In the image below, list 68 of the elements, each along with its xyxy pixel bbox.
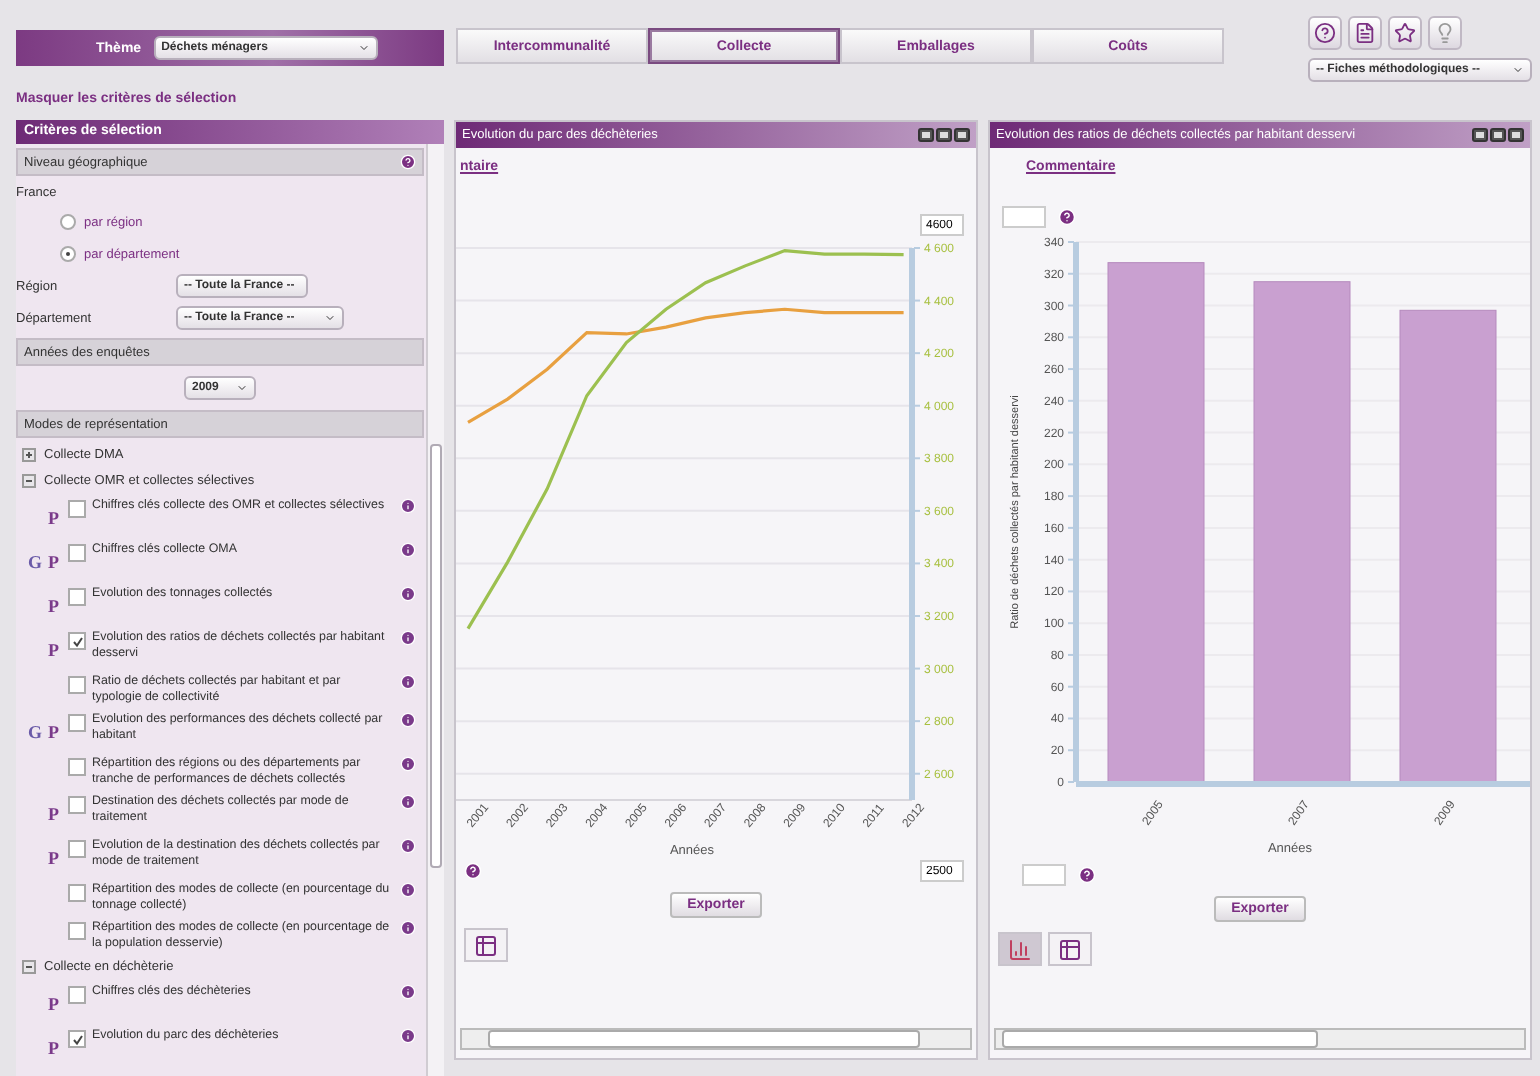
help-icon[interactable]	[464, 862, 482, 880]
p-marker: P	[48, 848, 59, 868]
info-icon[interactable]	[400, 542, 416, 558]
checkbox[interactable]	[68, 840, 86, 858]
radio-button[interactable]	[60, 214, 76, 230]
checkbox[interactable]	[68, 500, 86, 518]
checkbox[interactable]	[68, 758, 86, 776]
checkbox[interactable]	[68, 676, 86, 694]
p-marker: P	[48, 552, 59, 572]
help-icon[interactable]	[400, 154, 416, 170]
horizontal-scrollbar[interactable]	[994, 1028, 1526, 1050]
help-icon[interactable]	[1058, 208, 1076, 226]
document-button[interactable]	[1348, 16, 1382, 50]
star-icon	[1394, 22, 1416, 44]
dropdown-icon	[357, 42, 370, 54]
help-icon[interactable]	[1078, 866, 1096, 884]
document-icon	[1354, 22, 1376, 44]
p-marker: P	[48, 994, 59, 1014]
expand-icon[interactable]	[22, 448, 36, 462]
p-marker: P	[48, 508, 59, 528]
lightbulb-icon	[1434, 22, 1456, 44]
info-icon[interactable]	[400, 838, 416, 854]
view-toggle-button[interactable]	[998, 932, 1042, 966]
collapse-icon[interactable]	[22, 474, 36, 488]
checkbox[interactable]	[68, 922, 86, 940]
p-marker: P	[48, 804, 59, 824]
help-icon	[1314, 22, 1336, 44]
dropdown-icon	[324, 312, 336, 324]
p-marker: P	[48, 596, 59, 616]
info-icon[interactable]	[400, 984, 416, 1000]
info-icon[interactable]	[400, 1028, 416, 1044]
checkbox[interactable]	[68, 588, 86, 606]
star-button[interactable]	[1388, 16, 1422, 50]
g-marker: G	[28, 552, 43, 572]
max-value-field[interactable]	[1002, 206, 1046, 228]
dropdown-icon	[236, 382, 248, 394]
p-marker: P	[48, 1038, 59, 1058]
info-icon[interactable]	[400, 882, 416, 898]
checkbox[interactable]	[68, 714, 86, 732]
checkbox[interactable]	[68, 884, 86, 902]
info-icon[interactable]	[400, 712, 416, 728]
checkbox[interactable]	[68, 544, 86, 562]
dropdown-icon	[1512, 64, 1524, 76]
table-icon	[474, 933, 498, 957]
info-icon[interactable]	[400, 920, 416, 936]
checkbox[interactable]	[68, 632, 86, 650]
p-marker: P	[48, 722, 59, 742]
horizontal-scrollbar[interactable]	[460, 1028, 972, 1050]
info-icon[interactable]	[400, 586, 416, 602]
view-toggle-button[interactable]	[1048, 932, 1092, 966]
min-value-field[interactable]	[1022, 864, 1066, 886]
info-icon[interactable]	[400, 674, 416, 690]
radio-button[interactable]	[60, 246, 76, 262]
info-icon[interactable]	[400, 630, 416, 646]
g-marker: G	[28, 722, 43, 742]
view-toggle-button[interactable]	[464, 928, 508, 962]
checkbox[interactable]	[68, 1030, 86, 1048]
info-icon[interactable]	[400, 756, 416, 772]
table-icon	[1058, 937, 1082, 961]
help-button[interactable]	[1308, 16, 1342, 50]
info-icon[interactable]	[400, 794, 416, 810]
collapse-icon[interactable]	[22, 960, 36, 974]
bar-chart-icon	[1008, 937, 1032, 961]
scrollbar[interactable]	[426, 144, 444, 1076]
info-icon[interactable]	[400, 498, 416, 514]
checkbox[interactable]	[68, 796, 86, 814]
p-marker: P	[48, 640, 59, 660]
checkbox[interactable]	[68, 986, 86, 1004]
